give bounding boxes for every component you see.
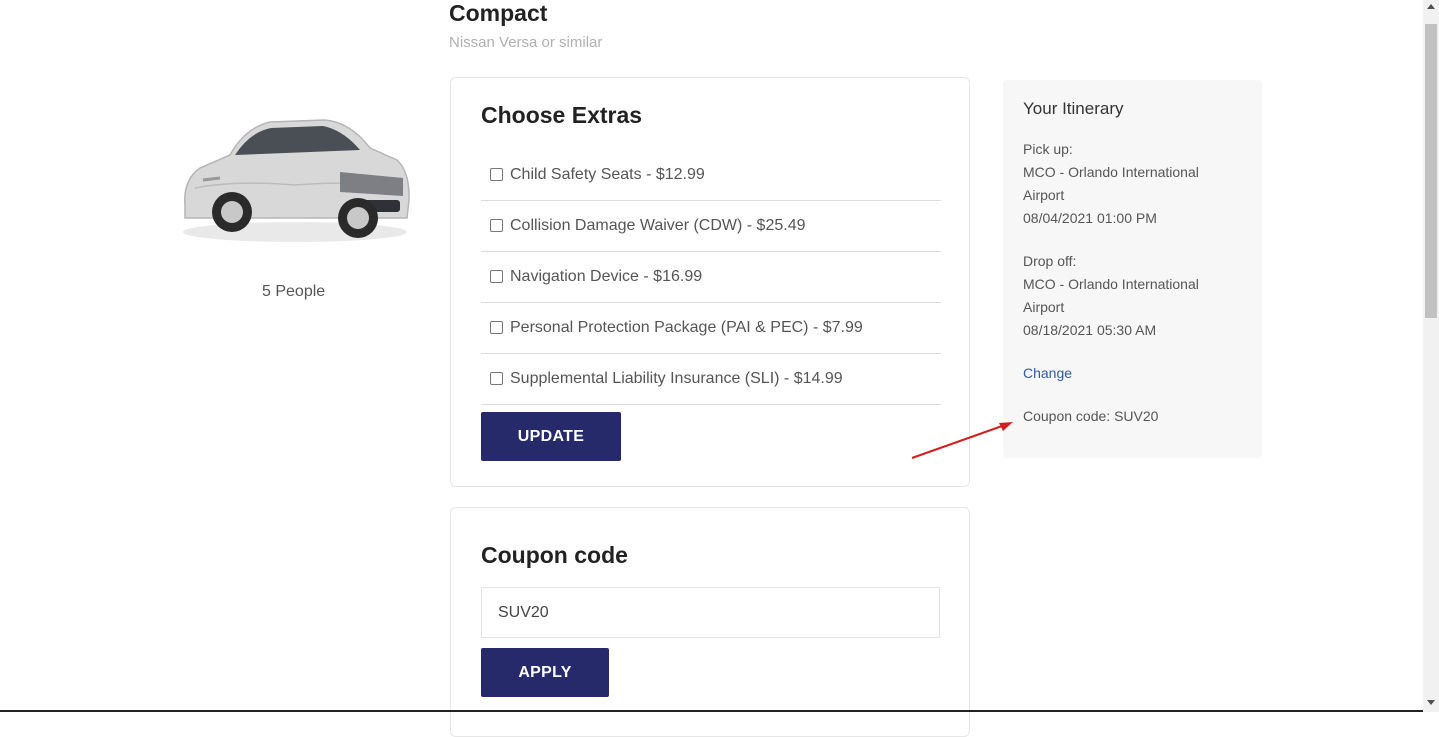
dropoff-datetime: 08/18/2021 05:30 AM xyxy=(1023,322,1157,338)
extra-item-protection-package: Personal Protection Package (PAI & PEC) … xyxy=(481,303,941,354)
dropoff-label: Drop off: xyxy=(1023,253,1077,269)
coupon-card: Coupon code SUV20 APPLY xyxy=(450,507,970,737)
extras-list: Child Safety Seats - $12.99 Collision Da… xyxy=(481,150,941,405)
extra-item-label[interactable]: Child Safety Seats - $12.99 xyxy=(510,166,705,184)
itinerary-title: Your Itinerary xyxy=(1023,99,1124,118)
annotation-arrow-icon xyxy=(911,422,1013,459)
scroll-down-arrow-icon[interactable] xyxy=(1427,700,1435,705)
extra-item-cdw: Collision Damage Waiver (CDW) - $25.49 xyxy=(481,201,941,252)
pickup-location-cont: Airport xyxy=(1023,187,1065,203)
vertical-scrollbar[interactable] xyxy=(1423,0,1439,712)
extra-item-child-seats: Child Safety Seats - $12.99 xyxy=(481,150,941,201)
extra-item-label[interactable]: Supplemental Liability Insurance (SLI) -… xyxy=(510,370,843,388)
extra-item-label[interactable]: Personal Protection Package (PAI & PEC) … xyxy=(510,319,863,337)
extras-card: Choose Extras Child Safety Seats - $12.9… xyxy=(450,77,970,487)
extra-item-sli: Supplemental Liability Insurance (SLI) -… xyxy=(481,354,941,405)
change-link[interactable]: Change xyxy=(1023,365,1072,381)
child-seats-checkbox[interactable] xyxy=(490,168,503,181)
car-image xyxy=(183,119,410,242)
navigation-checkbox[interactable] xyxy=(490,270,503,283)
protection-package-checkbox[interactable] xyxy=(490,321,503,334)
dropoff-location: MCO - Orlando International xyxy=(1023,276,1199,292)
itinerary-panel: Your Itinerary Pick up: MCO - Orlando In… xyxy=(1003,80,1262,458)
coupon-code-input[interactable]: SUV20 xyxy=(481,587,940,638)
apply-button[interactable]: APPLY xyxy=(481,648,609,697)
update-button[interactable]: UPDATE xyxy=(481,412,621,461)
extras-title: Choose Extras xyxy=(481,102,643,128)
pickup-datetime: 08/04/2021 01:00 PM xyxy=(1023,210,1157,226)
sli-checkbox[interactable] xyxy=(490,372,503,385)
extra-item-navigation: Navigation Device - $16.99 xyxy=(481,252,941,303)
extra-item-label[interactable]: Navigation Device - $16.99 xyxy=(510,268,702,286)
coupon-title: Coupon code xyxy=(481,542,628,568)
pickup-label: Pick up: xyxy=(1023,141,1073,157)
vehicle-class-title: Compact xyxy=(449,0,548,26)
vehicle-model-subtitle: Nissan Versa or similar xyxy=(449,34,603,51)
passenger-capacity: 5 People xyxy=(262,283,326,300)
scroll-up-arrow-icon[interactable] xyxy=(1427,4,1435,9)
dropoff-location-cont: Airport xyxy=(1023,299,1065,315)
extra-item-label[interactable]: Collision Damage Waiver (CDW) - $25.49 xyxy=(510,217,806,235)
itinerary-coupon-code: Coupon code: SUV20 xyxy=(1023,408,1159,424)
cdw-checkbox[interactable] xyxy=(490,219,503,232)
scrollbar-thumb[interactable] xyxy=(1425,24,1437,318)
pickup-location: MCO - Orlando International xyxy=(1023,164,1199,180)
